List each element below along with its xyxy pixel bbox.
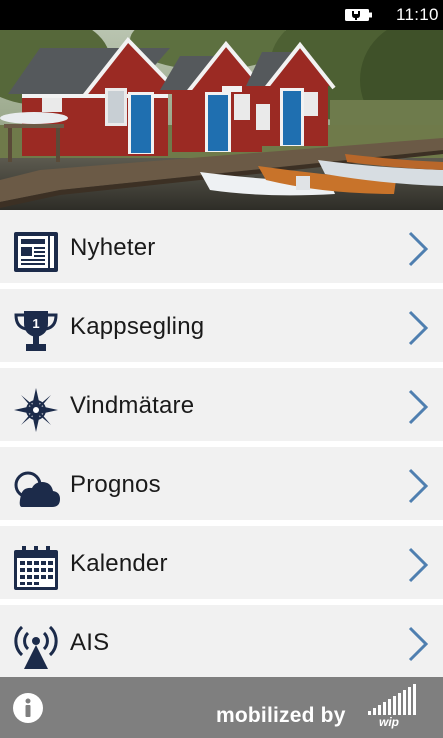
wip-logo-text: wip xyxy=(379,715,399,729)
info-icon[interactable] xyxy=(12,692,44,724)
menu-item-kalender[interactable]: Kalender xyxy=(0,526,443,602)
menu-item-vindmatare[interactable]: Vindmätare xyxy=(0,368,443,444)
trophy-icon: 1 xyxy=(14,311,58,351)
chevron-right-icon xyxy=(408,231,429,267)
chevron-right-icon xyxy=(408,547,429,583)
brand-text: mobilized by xyxy=(216,704,346,727)
menu-item-nyheter[interactable]: Nyheter xyxy=(0,210,443,286)
menu-item-label: Kappsegling xyxy=(70,313,205,340)
chevron-right-icon xyxy=(408,468,429,504)
menu-item-label: Kalender xyxy=(70,550,168,577)
battery-charging-icon xyxy=(345,9,372,21)
menu-item-label: AIS xyxy=(70,629,110,656)
menu-item-label: Vindmätare xyxy=(70,392,195,419)
chevron-right-icon xyxy=(408,310,429,346)
footer-bar: mobilized by wip xyxy=(0,677,443,738)
menu-item-label: Prognos xyxy=(70,471,161,498)
chevron-right-icon xyxy=(408,626,429,662)
antenna-icon xyxy=(14,625,58,669)
cloud-icon xyxy=(14,471,60,507)
clock: 11:10 xyxy=(396,5,439,24)
main-menu: Nyheter 1 Kappsegling Vindmätare Prognos… xyxy=(0,210,443,681)
calendar-icon xyxy=(14,546,58,590)
status-bar: 11:10 xyxy=(0,0,443,30)
wip-logo: wip xyxy=(366,683,426,731)
menu-item-ais[interactable]: AIS xyxy=(0,605,443,681)
newspaper-icon xyxy=(14,232,58,272)
menu-item-prognos[interactable]: Prognos xyxy=(0,447,443,523)
chevron-right-icon xyxy=(408,389,429,425)
hero-photo xyxy=(0,30,443,210)
svg-text:1: 1 xyxy=(32,316,39,331)
compass-rose-icon xyxy=(14,388,58,432)
menu-item-label: Nyheter xyxy=(70,234,156,261)
menu-item-kappsegling[interactable]: 1 Kappsegling xyxy=(0,289,443,365)
